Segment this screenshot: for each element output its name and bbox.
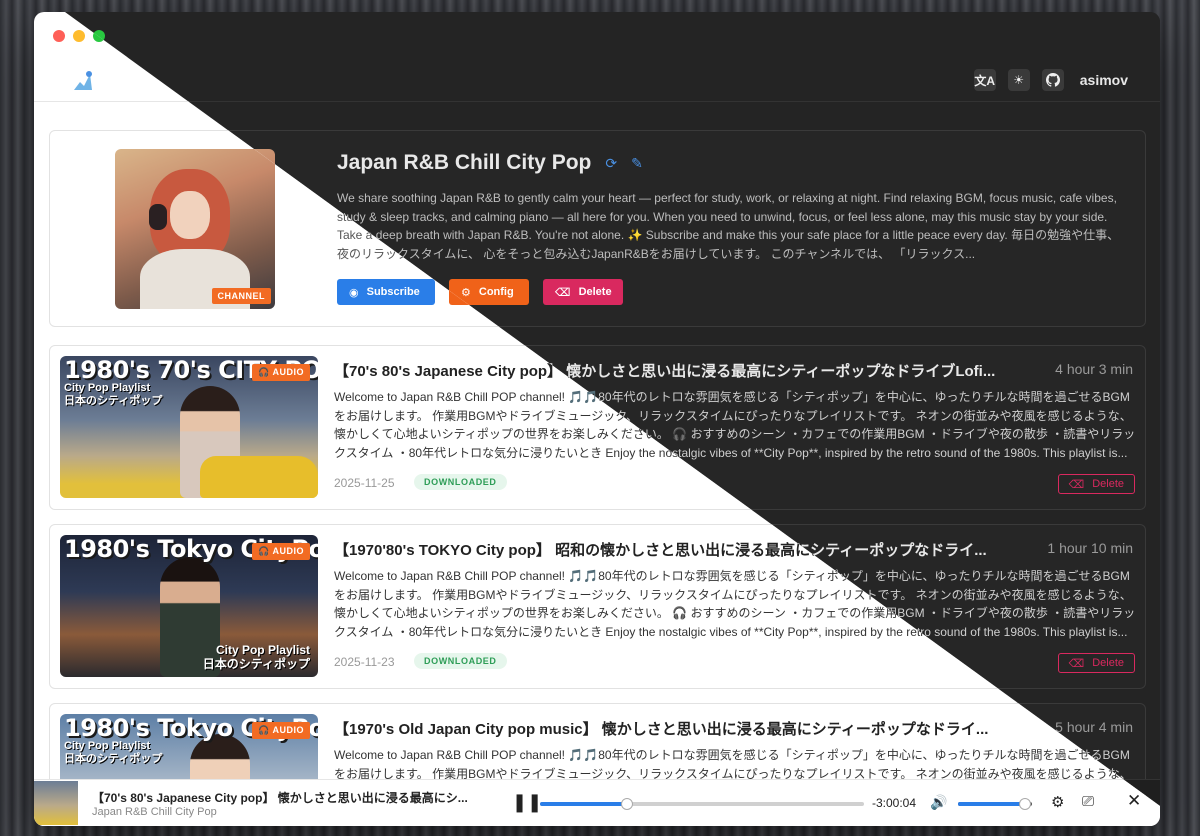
github-icon[interactable] <box>1041 69 1064 91</box>
nav-actions: 文A ☀ asimov <box>973 69 1128 91</box>
title-bar <box>34 12 1160 58</box>
video-duration: 5 hour 4 min <box>1055 719 1133 735</box>
channel-description: We share soothing Japan R&B to gently ca… <box>337 191 1120 261</box>
rss-icon: ◉ <box>349 286 359 299</box>
close-window-button[interactable] <box>53 30 65 42</box>
edit-icon[interactable]: ✎ <box>631 155 643 172</box>
player-thumbnail[interactable] <box>34 781 78 825</box>
video-date: 2025-11-23 <box>334 655 395 669</box>
seek-bar[interactable] <box>540 798 864 810</box>
audio-badge: 🎧 AUDIO <box>252 543 310 560</box>
seek-handle[interactable] <box>621 798 634 810</box>
player-title: 【70's 80's Japanese City pop】 懐かしさと思い出に浸… <box>92 791 468 805</box>
video-title[interactable]: 【1970's Old Japan City pop music】 懐かしさと思… <box>334 718 1024 739</box>
audio-player: 【70's 80's Japanese City pop】 懐かしさと思い出に浸… <box>34 779 1160 826</box>
gear-icon: ⚙ <box>461 286 471 299</box>
video-date: 2025-11-25 <box>334 476 395 490</box>
translate-icon[interactable]: 文A <box>973 69 996 91</box>
delete-channel-button[interactable]: ⌫Delete <box>543 279 623 305</box>
close-icon[interactable]: ✕ <box>1127 791 1141 811</box>
channel-badge: CHANNEL <box>211 288 271 304</box>
channel-avatar: CHANNEL <box>115 149 275 309</box>
status-badge: DOWNLOADED <box>414 653 507 669</box>
refresh-icon[interactable]: ⟳ <box>605 155 617 172</box>
status-badge: DOWNLOADED <box>414 474 507 490</box>
username[interactable]: asimov <box>1080 72 1128 88</box>
channel-title-row: Japan R&B Chill City Pop ⟳ ✎ <box>337 151 643 175</box>
volume-icon[interactable]: 🔊 <box>930 794 947 811</box>
video-duration: 1 hour 10 min <box>1047 540 1133 556</box>
backspace-icon: ⌫ <box>555 286 571 299</box>
pause-icon[interactable]: ❚❚ <box>512 792 542 813</box>
app-window: 文A ☀ asimov CHANNEL Japan R&B Chill City… <box>34 12 1160 826</box>
gear-icon[interactable]: ⚙ <box>1051 793 1064 811</box>
top-navigation: 文A ☀ asimov <box>34 58 1160 102</box>
audio-badge: 🎧 AUDIO <box>252 364 310 381</box>
audio-badge: 🎧 AUDIO <box>252 722 310 739</box>
video-duration: 4 hour 3 min <box>1055 361 1133 377</box>
volume-handle[interactable] <box>1018 798 1031 810</box>
delete-video-button[interactable]: ⌫Delete <box>1057 474 1135 494</box>
video-thumbnail[interactable]: 1980's Tokyo CityPop City Pop Playlist 日… <box>60 535 318 677</box>
delete-video-button[interactable]: ⌫Delete <box>1057 653 1135 673</box>
minimize-window-button[interactable] <box>73 30 85 42</box>
backspace-icon: ⌫ <box>1068 478 1085 491</box>
backspace-icon: ⌫ <box>1068 657 1085 670</box>
time-remaining: -3:00:04 <box>872 796 917 810</box>
channel-title: Japan R&B Chill City Pop <box>337 151 592 174</box>
app-logo-icon[interactable] <box>70 68 96 94</box>
player-channel: Japan R&B Chill City Pop <box>92 806 217 818</box>
sun-icon[interactable]: ☀ <box>1007 69 1030 91</box>
video-thumbnail[interactable]: 1980's 70's CITY POP City Pop Playlist 日… <box>60 356 318 498</box>
volume-slider[interactable] <box>958 798 1032 810</box>
airplay-icon[interactable]: ⎚ <box>1082 793 1094 810</box>
subscribe-button[interactable]: ◉Subscribe <box>337 279 435 305</box>
